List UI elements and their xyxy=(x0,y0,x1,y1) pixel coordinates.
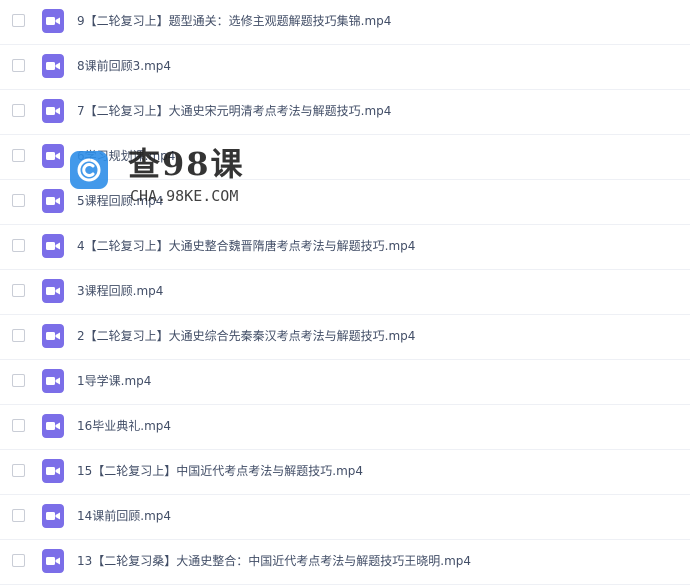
file-name[interactable]: 16毕业典礼.mp4 xyxy=(77,418,171,434)
file-checkbox[interactable] xyxy=(12,554,25,567)
video-icon xyxy=(42,9,64,33)
file-checkbox[interactable] xyxy=(12,59,25,72)
video-icon xyxy=(42,99,64,123)
video-icon xyxy=(42,54,64,78)
file-checkbox[interactable] xyxy=(12,374,25,387)
file-checkbox[interactable] xyxy=(12,419,25,432)
file-checkbox[interactable] xyxy=(12,509,25,522)
file-name[interactable]: 5课程回顾.mp4 xyxy=(77,193,163,209)
file-name[interactable]: 15【二轮复习上】中国近代考点考法与解题技巧.mp4 xyxy=(77,463,363,479)
file-checkbox[interactable] xyxy=(12,329,25,342)
file-row[interactable]: 1导学课.mp4 xyxy=(0,360,690,405)
file-checkbox[interactable] xyxy=(12,149,25,162)
file-row[interactable]: 8课前回顾3.mp4 xyxy=(0,45,690,90)
file-checkbox[interactable] xyxy=(12,239,25,252)
video-icon xyxy=(42,324,64,348)
file-list: 9【二轮复习上】题型通关：选修主观题解题技巧集锦.mp4 8课前回顾3.mp4 7【… xyxy=(0,0,690,585)
file-name[interactable]: 2【二轮复习上】大通史综合先秦秦汉考点考法与解题技巧.mp4 xyxy=(77,328,415,344)
file-row[interactable]: 7【二轮复习上】大通史宋元明清考点考法与解题技巧.mp4 xyxy=(0,90,690,135)
file-row[interactable]: 13【二轮复习桑】大通史整合：中国近代考点考法与解题技巧王晓明.mp4 xyxy=(0,540,690,585)
file-name[interactable]: 13【二轮复习桑】大通史整合：中国近代考点考法与解题技巧王晓明.mp4 xyxy=(77,553,471,569)
file-checkbox[interactable] xyxy=(12,464,25,477)
file-name[interactable]: 3课程回顾.mp4 xyxy=(77,283,163,299)
file-name[interactable]: 8课前回顾3.mp4 xyxy=(77,58,171,74)
file-row[interactable]: 2【二轮复习上】大通史综合先秦秦汉考点考法与解题技巧.mp4 xyxy=(0,315,690,360)
file-row[interactable]: 3课程回顾.mp4 xyxy=(0,270,690,315)
file-checkbox[interactable] xyxy=(12,284,25,297)
video-icon xyxy=(42,549,64,573)
file-row[interactable]: 15【二轮复习上】中国近代考点考法与解题技巧.mp4 xyxy=(0,450,690,495)
video-icon xyxy=(42,279,64,303)
video-icon xyxy=(42,459,64,483)
video-icon xyxy=(42,504,64,528)
file-row[interactable]: 14课前回顾.mp4 xyxy=(0,495,690,540)
file-name[interactable]: 4【二轮复习上】大通史整合魏晋隋唐考点考法与解题技巧.mp4 xyxy=(77,238,415,254)
file-checkbox[interactable] xyxy=(12,104,25,117)
video-icon xyxy=(42,369,64,393)
file-row[interactable]: 5课程回顾.mp4 xyxy=(0,180,690,225)
file-row[interactable]: 6学习规划课.mp4 xyxy=(0,135,690,180)
video-icon xyxy=(42,234,64,258)
file-checkbox[interactable] xyxy=(12,194,25,207)
file-name[interactable]: 1导学课.mp4 xyxy=(77,373,151,389)
video-icon xyxy=(42,144,64,168)
file-checkbox[interactable] xyxy=(12,14,25,27)
video-icon xyxy=(42,414,64,438)
file-row[interactable]: 16毕业典礼.mp4 xyxy=(0,405,690,450)
file-name[interactable]: 14课前回顾.mp4 xyxy=(77,508,171,524)
file-name[interactable]: 6学习规划课.mp4 xyxy=(77,148,175,164)
file-name[interactable]: 7【二轮复习上】大通史宋元明清考点考法与解题技巧.mp4 xyxy=(77,103,391,119)
file-row[interactable]: 4【二轮复习上】大通史整合魏晋隋唐考点考法与解题技巧.mp4 xyxy=(0,225,690,270)
video-icon xyxy=(42,189,64,213)
file-row[interactable]: 9【二轮复习上】题型通关：选修主观题解题技巧集锦.mp4 xyxy=(0,0,690,45)
file-name[interactable]: 9【二轮复习上】题型通关：选修主观题解题技巧集锦.mp4 xyxy=(77,13,391,29)
